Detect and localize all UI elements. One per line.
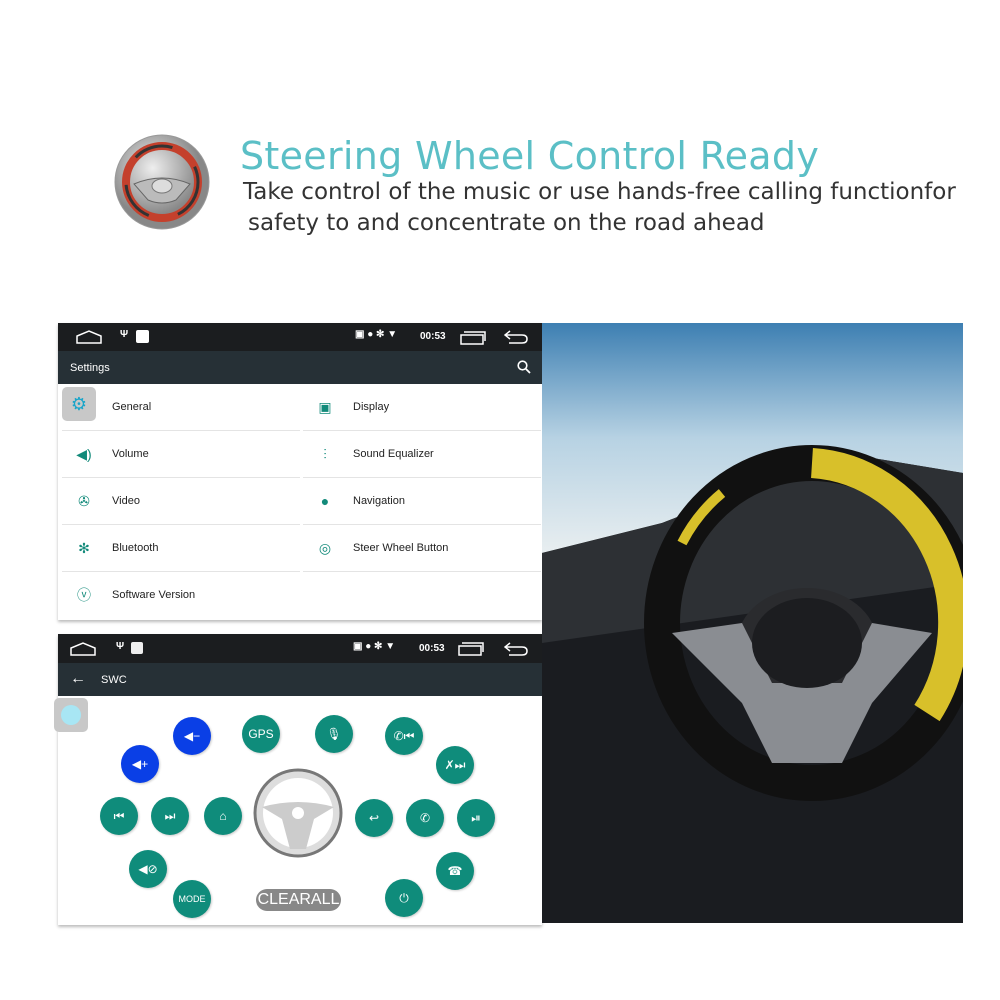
recent-apps-icon[interactable]	[458, 642, 484, 656]
gps-label: GPS	[248, 727, 274, 741]
status-icons: ▣ ● ✻ ▼	[355, 329, 398, 340]
settings-item-volume[interactable]: ◀) Volume	[62, 431, 300, 478]
back-icon[interactable]	[504, 330, 528, 344]
microphone-button[interactable]: 🎙	[315, 715, 353, 753]
settings-item-label: Video	[112, 495, 140, 507]
equalizer-icon: ⫶	[323, 446, 327, 462]
gear-icon: ⚙	[62, 387, 96, 421]
settings-screen: Ψ ▣ ● ✻ ▼ 00:53 Settings ⚙ General ▣ Displa…	[58, 323, 542, 620]
settings-title: Settings	[70, 362, 110, 374]
settings-item-label: Software Version	[112, 589, 196, 601]
search-icon[interactable]	[517, 360, 531, 374]
play-pause-button[interactable]: ⏯	[457, 799, 495, 837]
usb-icon: Ψ	[116, 641, 125, 652]
gps-button[interactable]: GPS	[242, 715, 280, 753]
home-icon[interactable]	[76, 330, 102, 344]
usb-icon: Ψ	[120, 329, 129, 340]
notification-square-icon	[131, 642, 143, 654]
settings-item-label: General	[112, 401, 152, 413]
settings-item-software-version[interactable]: ⓥ Software Version	[62, 572, 300, 619]
clear-all-label: CLEARALL	[257, 891, 340, 908]
settings-item-label: Display	[353, 401, 390, 413]
settings-item-label: Steer Wheel Button	[353, 542, 449, 554]
location-pin-icon: ●	[320, 493, 330, 509]
settings-item-bluetooth[interactable]: ✻ Bluetooth	[62, 525, 300, 572]
subtitle-line-2: safety to and concentrate on the road ah…	[248, 210, 765, 236]
settings-item-label: Navigation	[353, 495, 405, 507]
home-icon[interactable]	[70, 642, 96, 656]
clear-all-button[interactable]: CLEARALL	[256, 889, 341, 911]
bluetooth-icon: ✻	[78, 540, 90, 556]
clock: 00:53	[420, 331, 446, 342]
page-title: Steering Wheel Control Ready	[240, 134, 820, 178]
settings-item-video[interactable]: ✇ Video	[62, 478, 300, 525]
call-previous-button[interactable]: ✆⏮	[385, 717, 423, 755]
notification-square-icon	[136, 330, 149, 343]
steering-wheel-icon	[253, 768, 343, 858]
recent-apps-icon[interactable]	[460, 331, 486, 345]
back-button[interactable]: ↩	[355, 799, 393, 837]
power-button[interactable]: ⏻	[385, 879, 423, 917]
settings-item-label: Volume	[112, 448, 149, 460]
back-arrow-icon[interactable]: ←	[70, 670, 86, 688]
steering-wheel-icon: ◎	[318, 540, 332, 556]
settings-item-steer-wheel-button[interactable]: ◎ Steer Wheel Button	[303, 525, 541, 572]
status-bar: Ψ ▣ ● ✻ ▼ 00:53	[58, 634, 542, 663]
call-answer-button[interactable]: ✆	[406, 799, 444, 837]
status-bar: Ψ ▣ ● ✻ ▼ 00:53	[58, 323, 542, 351]
swc-title: SWC	[101, 674, 127, 686]
clock: 00:53	[419, 643, 445, 654]
display-icon: ▣	[318, 399, 332, 415]
volume-down-button[interactable]: ◀−	[173, 717, 211, 755]
settings-item-label: Sound Equalizer	[353, 448, 434, 460]
mute-button[interactable]: ◀⊘	[129, 850, 167, 888]
home-button[interactable]: ⌂	[204, 797, 242, 835]
hangup-next-button[interactable]: ✗⏭	[436, 746, 474, 784]
version-icon: ⓥ	[77, 587, 91, 603]
volume-icon: ◀)	[76, 446, 92, 462]
status-icons: ▣ ● ✻ ▼	[353, 641, 396, 652]
next-track-button[interactable]: ⏭	[151, 797, 189, 835]
video-icon: ✇	[78, 493, 90, 509]
settings-item-general[interactable]: ⚙ General	[62, 384, 300, 431]
volume-up-button[interactable]: ◀+	[121, 745, 159, 783]
settings-title-bar: Settings	[58, 351, 542, 384]
swc-title-bar: ← SWC	[58, 663, 542, 696]
steering-wheel-badge-icon	[114, 134, 210, 230]
settings-item-label: Bluetooth	[112, 542, 159, 554]
mode-button[interactable]: MODE	[173, 880, 211, 918]
settings-item-sound-equalizer[interactable]: ⫶ Sound Equalizer	[303, 431, 541, 478]
previous-track-button[interactable]: ⏮	[100, 797, 138, 835]
hang-up-button[interactable]: ☎	[436, 852, 474, 890]
steering-wheel-photo	[542, 323, 963, 923]
subtitle-line-1: Take control of the music or use hands-f…	[243, 179, 956, 205]
back-icon[interactable]	[504, 642, 528, 656]
mode-label: MODE	[178, 894, 206, 904]
settings-item-navigation[interactable]: ● Navigation	[303, 478, 541, 525]
settings-item-display[interactable]: ▣ Display	[303, 384, 541, 431]
swc-indicator[interactable]	[54, 698, 88, 732]
